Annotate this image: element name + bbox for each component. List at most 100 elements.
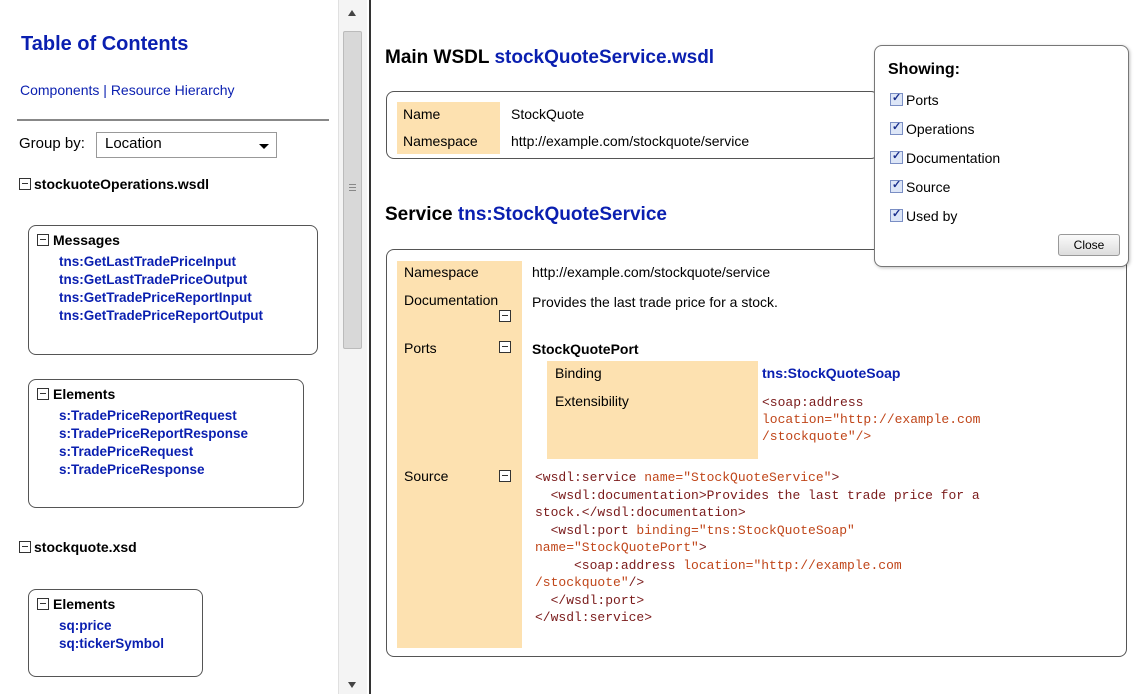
source-tag: <wsdl:documentation>Provides the last tr… [535,487,980,503]
toc-scrollbar[interactable] [338,0,367,694]
extensibility-line: <soap:address [762,395,864,410]
source-label: Source [404,468,449,484]
file-item[interactable]: stockuoteOperations.wsdl [19,176,209,192]
main-wsdl-heading: Main WSDL stockQuoteService.wsdl [385,47,714,69]
toc-link[interactable]: tns:GetLastTradePriceInput [37,253,309,271]
collapse-toggle-icon[interactable] [499,341,511,353]
collapse-toggle-icon[interactable] [19,178,31,191]
extensibility-label: Extensibility [555,393,629,409]
option-label: Ports [906,92,939,108]
toc-title: Table of Contents [21,33,189,55]
checkbox-check-icon[interactable] [890,91,903,107]
toc-link[interactable]: s:TradePriceReportResponse [37,425,295,443]
scrollbar-thumb[interactable] [343,31,362,349]
grip-icon [349,184,356,185]
collapse-toggle-icon[interactable] [499,470,511,482]
collapse-toggle-icon[interactable] [37,598,49,611]
binding-link[interactable]: tns:StockQuoteSoap [762,365,900,381]
group-title: Elements [53,596,116,612]
file-item[interactable]: stockquote.xsd [19,539,137,555]
group-elements: Elements s:TradePriceReportRequest s:Tra… [28,379,304,508]
collapse-toggle-icon[interactable] [37,388,49,401]
checkbox-check-icon[interactable] [890,149,903,165]
option-label: Documentation [906,150,1001,166]
toc-divider [17,119,329,121]
source-line: <soap:address location="http://example.c… [535,557,980,575]
option-label: Operations [906,121,975,137]
toc-link[interactable]: sq:price [37,617,194,635]
group-by-label: Group by: [19,135,85,152]
heading-value: tns:StockQuoteService [457,204,667,225]
close-button[interactable]: Close [1058,234,1120,256]
source-tag: <soap:address [535,557,684,573]
source-attr: name="StockQuoteService" [644,470,832,485]
source-tag: </wsdl:service> [535,610,653,625]
documentation-label: Documentation [404,292,499,308]
name-label: Name [403,106,441,122]
group-elements: Elements sq:price sq:tickerSymbol [28,589,203,677]
service-heading: Service tns:StockQuoteService [385,204,667,226]
toc-link[interactable]: tns:GetTradePriceReportInput [37,289,309,307]
source-line: name="StockQuotePort"> [535,539,980,557]
source-line: stock.</wsdl:documentation> [535,504,980,522]
dropdown-caret-icon [259,144,269,149]
source-line: <wsdl:service name="StockQuoteService"> [535,469,980,487]
source-tail: /> [628,575,645,590]
toc-links: Components | Resource Hierarchy [20,82,235,98]
collapse-toggle-icon[interactable] [499,310,511,322]
main-wsdl-box: Name StockQuote Namespace http://example… [386,91,879,159]
heading-value: stockQuoteService.wsdl [494,47,715,68]
group-by-select[interactable]: Location [96,132,277,158]
scroll-up-arrow-icon[interactable] [348,10,356,16]
option-label: Used by [906,208,958,224]
source-line: </wsdl:port> [535,592,980,610]
heading-prefix: Service [385,204,453,225]
source-line: <wsdl:documentation>Provides the last tr… [535,487,980,505]
source-attr: location="http://example.com [683,557,902,573]
heading-prefix: Main WSDL [385,47,490,68]
toc-link[interactable]: sq:tickerSymbol [37,635,194,653]
source-line: /stockquote"/> [535,574,980,592]
components-link[interactable]: Components [20,82,99,98]
toc-link[interactable]: s:TradePriceResponse [37,461,295,479]
option-ports[interactable]: Ports [890,91,939,108]
service-box: Namespace http://example.com/stockquote/… [386,249,1127,657]
namespace-value: http://example.com/stockquote/service [532,264,771,280]
toc-link[interactable]: tns:GetTradePriceReportOutput [37,307,309,325]
group-title: Messages [53,232,120,248]
resource-hierarchy-link[interactable]: Resource Hierarchy [111,82,235,98]
toc-link[interactable]: tns:GetLastTradePriceOutput [37,271,309,289]
source-tag: stock.</wsdl:documentation> [535,505,746,520]
option-source[interactable]: Source [890,178,951,195]
toc-pane: Table of Contents Components | Resource … [0,0,338,694]
binding-label: Binding [555,365,602,381]
ports-label: Ports [404,340,437,356]
documentation-value: Provides the last trade price for a stoc… [532,294,778,310]
scroll-down-arrow-icon[interactable] [348,682,356,688]
file-name: stockquote.xsd [34,539,137,555]
group-by-value: Location [105,135,162,152]
source-attr: binding="tns:StockQuoteSoap" [636,522,855,538]
option-operations[interactable]: Operations [890,120,975,137]
source-line: <wsdl:port binding="tns:StockQuoteSoap" [535,522,980,540]
checkbox-check-icon[interactable] [890,120,903,136]
checkbox-check-icon[interactable] [890,207,903,223]
port-name: StockQuotePort [532,341,639,357]
group-title: Elements [53,386,116,402]
collapse-toggle-icon[interactable] [19,541,31,554]
group-messages: Messages tns:GetLastTradePriceInput tns:… [28,225,318,355]
source-tag: <wsdl:port [535,522,637,538]
toc-link[interactable]: s:TradePriceRequest [37,443,295,461]
namespace-label: Namespace [404,264,479,280]
collapse-toggle-icon[interactable] [37,234,49,247]
toc-link[interactable]: s:TradePriceReportRequest [37,407,295,425]
option-used-by[interactable]: Used by [890,207,958,224]
source-attr: name="StockQuotePort" [535,540,699,555]
source-tail: > [831,470,840,485]
checkbox-check-icon[interactable] [890,178,903,194]
option-documentation[interactable]: Documentation [890,149,1001,166]
extensibility-line: /stockquote"/> [762,429,872,444]
option-label: Source [906,179,951,195]
source-attr: /stockquote" [535,575,629,590]
toc-links-separator: | [99,82,111,98]
